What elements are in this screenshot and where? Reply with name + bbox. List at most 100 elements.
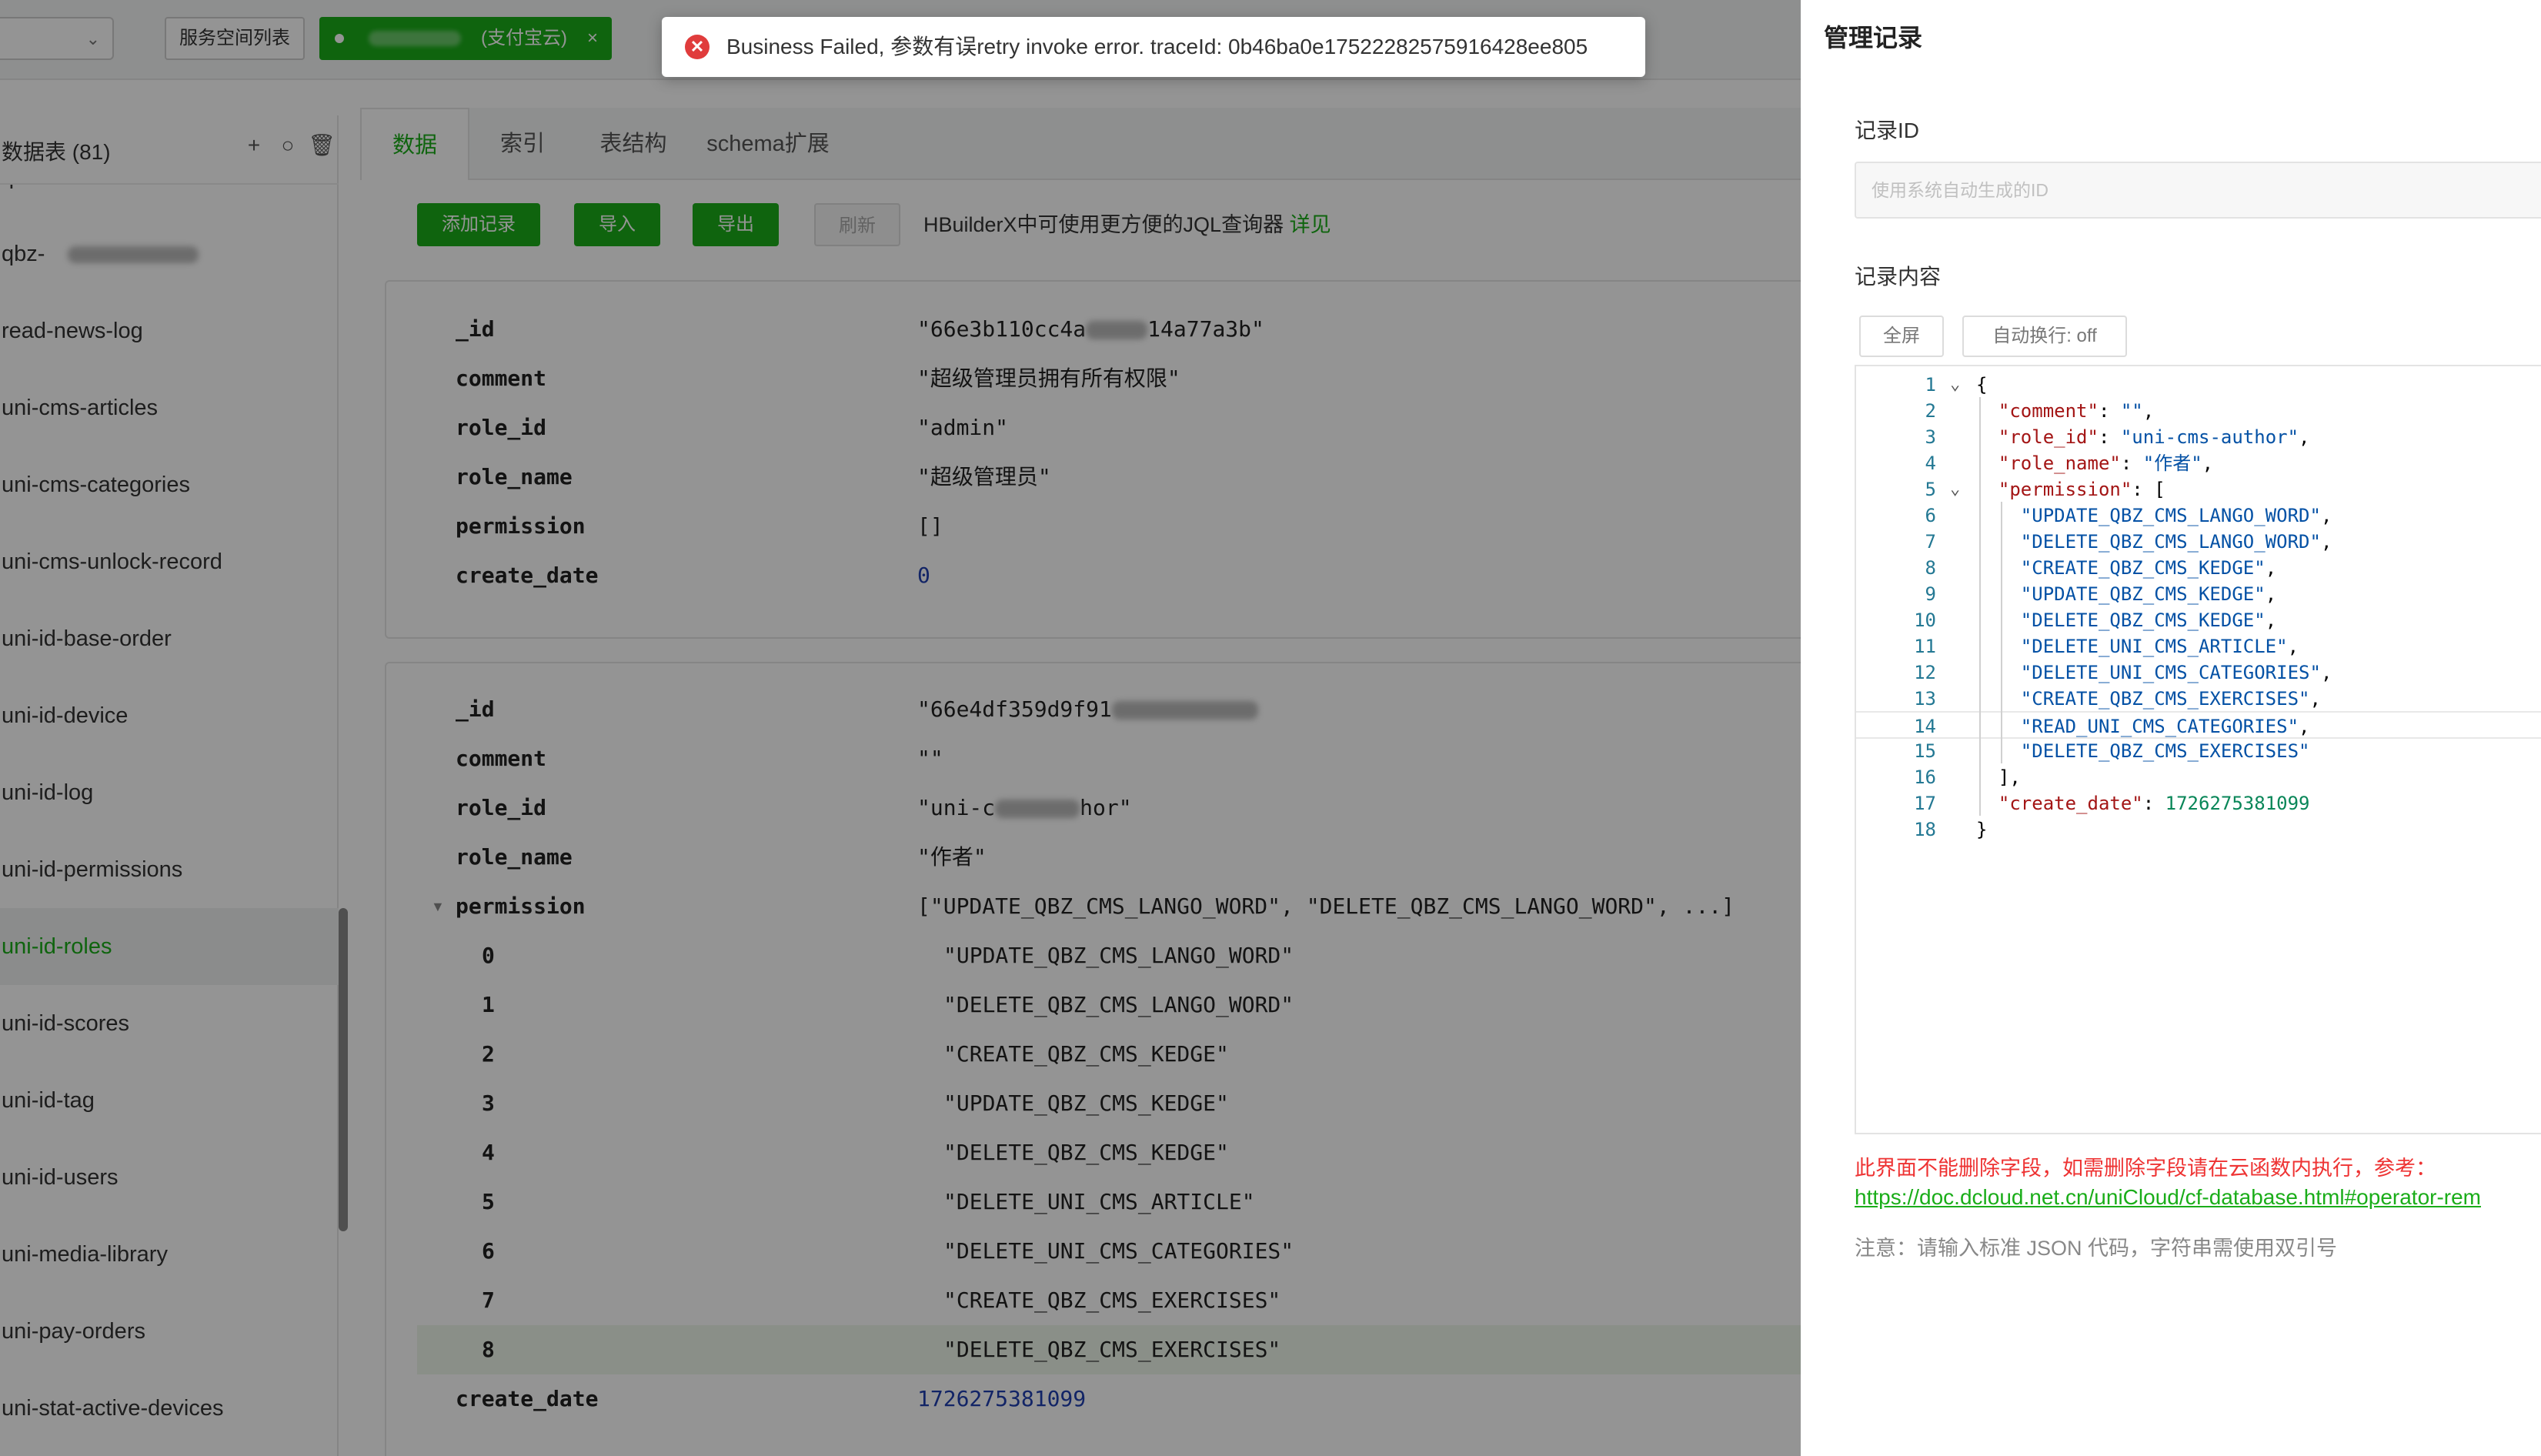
field-key: role_id [456, 415, 547, 440]
add-record-button[interactable]: 添加记录 [417, 203, 540, 246]
trash-icon[interactable]: 🗑 [305, 132, 339, 158]
field-value: "admin" [917, 415, 1009, 440]
sidebar-item[interactable]: uni-id-log [0, 754, 339, 831]
code-line[interactable]: 15 "DELETE_QBZ_CMS_EXERCISES" [1856, 737, 2541, 765]
word-wrap-toggle[interactable]: 自动换行: off [1962, 316, 2127, 357]
doc-link[interactable]: https://doc.dcloud.net.cn/uniCloud/cf-da… [1855, 1185, 2481, 1210]
code-line[interactable]: 10 "DELETE_QBZ_CMS_KEDGE", [1856, 606, 2541, 634]
tab-schema[interactable]: 表结构 [576, 108, 691, 180]
code-line[interactable]: 14 "READ_UNI_CMS_CATEGORIES", [1856, 711, 2541, 739]
code-line[interactable]: 4 "role_name": "作者", [1856, 449, 2541, 477]
record-id-input[interactable]: 使用系统自动生成的ID [1855, 162, 2541, 219]
array-index: 1 [482, 992, 495, 1017]
code-text: "DELETE_UNI_CMS_ARTICLE", [2020, 636, 2299, 657]
sidebar-scrollbar[interactable] [339, 908, 348, 1231]
field-value: [] [917, 513, 943, 539]
sidebar-item[interactable]: uni-pay-orders [0, 1293, 339, 1370]
triangle-down-icon[interactable]: ▼ [431, 882, 445, 931]
sidebar-item[interactable]: uni-id-scores [0, 985, 339, 1062]
code-text: ], [1976, 766, 2021, 788]
code-line[interactable]: 9 "UPDATE_QBZ_CMS_KEDGE", [1856, 580, 2541, 608]
id-start: "66e4df359d9f91 [917, 696, 1112, 722]
space-select[interactable]: ⌄ [0, 17, 114, 60]
sidebar-actions: + ○ 🗑 [237, 132, 339, 158]
code-text: "permission": [ [1998, 479, 2165, 500]
refresh-button[interactable]: 刷新 [814, 203, 900, 246]
tab-index[interactable]: 索引 [469, 108, 576, 180]
record-id-label: 记录ID [1855, 119, 1920, 142]
indent-guide [1979, 397, 1981, 816]
space-tab-label: (支付宝云) [481, 28, 567, 48]
plus-icon[interactable]: + [237, 133, 271, 158]
array-value: "DELETE_QBZ_CMS_KEDGE" [943, 1140, 1229, 1165]
array-value: "DELETE_UNI_CMS_CATEGORIES" [943, 1238, 1294, 1264]
sidebar-item[interactable]: uni-id-tag [0, 1062, 339, 1139]
delete-field-warning: 此界面不能删除字段，如需删除字段请在云函数内执行，参考： [1855, 1157, 2436, 1180]
code-text: "DELETE_UNI_CMS_CATEGORIES", [2020, 662, 2332, 683]
code-text: "UPDATE_QBZ_CMS_LANGO_WORD", [2020, 505, 2332, 526]
code-line[interactable]: 13 "CREATE_QBZ_CMS_EXERCISES", [1856, 685, 2541, 713]
code-line[interactable]: 6 "UPDATE_QBZ_CMS_LANGO_WORD", [1856, 502, 2541, 529]
sidebar-item[interactable]: uni-id-users [0, 1139, 339, 1216]
code-line[interactable]: 12 "DELETE_UNI_CMS_CATEGORIES", [1856, 659, 2541, 686]
array-index: 7 [482, 1287, 495, 1313]
field-row: _id "66e3b110cc4a 14a77a3b" [386, 305, 1801, 354]
code-line[interactable]: 7 "DELETE_QBZ_CMS_LANGO_WORD", [1856, 528, 2541, 556]
code-line[interactable]: 2 "comment": "", [1856, 397, 2541, 425]
sidebar-item[interactable]: read-news-log [0, 292, 339, 369]
field-value: ["UPDATE_QBZ_CMS_LANGO_WORD", "DELETE_QB… [917, 893, 1735, 919]
code-text: "DELETE_QBZ_CMS_EXERCISES" [2020, 740, 2310, 762]
sidebar-item[interactable]: uni-id-device [0, 677, 339, 754]
field-value: "66e3b110cc4a 14a77a3b" [917, 305, 1264, 354]
jql-hint-link[interactable]: 详见 [1290, 213, 1331, 236]
code-line[interactable]: 1 ⌄ { [1856, 371, 2541, 399]
sidebar-item[interactable]: uni-id-base-order [0, 600, 339, 677]
array-item-row: 5 "DELETE_UNI_CMS_ARTICLE" [386, 1177, 1801, 1227]
redacted-space-name [369, 31, 461, 46]
fold-chevron-icon[interactable]: ⌄ [1950, 371, 1960, 399]
array-index: 5 [482, 1189, 495, 1214]
line-number: 18 [1914, 819, 1936, 840]
sidebar-item[interactable]: uni-id-permissions [0, 831, 339, 908]
field-value: "超级管理员拥有所有权限" [917, 366, 1180, 391]
space-tab[interactable]: (支付宝云) × [319, 17, 612, 60]
line-number: 12 [1914, 662, 1936, 683]
code-line[interactable]: 8 "CREATE_QBZ_CMS_KEDGE", [1856, 554, 2541, 582]
sidebar-item[interactable]: qbz-voices [0, 185, 339, 215]
field-value: 1726275381099 [917, 1386, 1087, 1411]
import-button[interactable]: 导入 [574, 203, 660, 246]
error-circle-icon: ✕ [685, 35, 710, 59]
code-line[interactable]: 18} [1856, 816, 2541, 843]
field-row[interactable]: ▼ permission ["UPDATE_QBZ_CMS_LANGO_WORD",… [386, 882, 1801, 931]
collection-list[interactable]: qbz-voices qbz- read-news-log uni-cms-ar… [0, 185, 339, 1456]
export-button[interactable]: 导出 [693, 203, 779, 246]
record-card: _id "66e3b110cc4a 14a77a3b" comment "超级管理员拥… [385, 280, 1801, 639]
space-list-button[interactable]: 服务空间列表 [165, 17, 305, 60]
field-key: role_name [456, 464, 573, 489]
array-index: 2 [482, 1041, 495, 1067]
fold-chevron-icon[interactable]: ⌄ [1950, 476, 1960, 503]
close-icon[interactable]: × [587, 17, 598, 60]
sidebar-item[interactable]: uni-cms-categories [0, 446, 339, 523]
code-text: "DELETE_QBZ_CMS_LANGO_WORD", [2020, 531, 2332, 553]
json-editor[interactable]: 1 ⌄{2 "comment": "", 3 "role_id": "uni-cms… [1855, 365, 2541, 1134]
array-item-row: 0 "UPDATE_QBZ_CMS_LANGO_WORD" [386, 931, 1801, 980]
toast-message: Business Failed, 参数有误retry invoke error.… [726, 35, 1588, 58]
tab-schema-ext[interactable]: schema扩展 [691, 108, 845, 180]
field-row: create_date 1726275381099 [386, 1374, 1801, 1424]
sidebar-item[interactable]: uni-cms-unlock-record [0, 523, 339, 600]
sidebar-item[interactable]: qbz- [0, 215, 339, 292]
sidebar-item[interactable]: uni-media-library [0, 1216, 339, 1293]
sidebar-item[interactable]: uni-cms-articles [0, 369, 339, 446]
fullscreen-button[interactable]: 全屏 [1859, 316, 1944, 357]
code-line[interactable]: 3 "role_id": "uni-cms-author", [1856, 423, 2541, 451]
sidebar-item-active[interactable]: uni-id-roles [0, 908, 339, 985]
tab-data[interactable]: 数据 [360, 108, 469, 180]
code-line[interactable]: 5 ⌄ "permission": [ [1856, 476, 2541, 503]
code-line[interactable]: 16 ], [1856, 763, 2541, 791]
code-line[interactable]: 17 "create_date": 1726275381099 [1856, 790, 2541, 817]
sidebar-item[interactable]: uni-stat-active-devices [0, 1370, 339, 1447]
code-line[interactable]: 11 "DELETE_UNI_CMS_ARTICLE", [1856, 633, 2541, 660]
refresh-icon[interactable]: ○ [271, 133, 305, 158]
redacted-name [68, 246, 199, 264]
